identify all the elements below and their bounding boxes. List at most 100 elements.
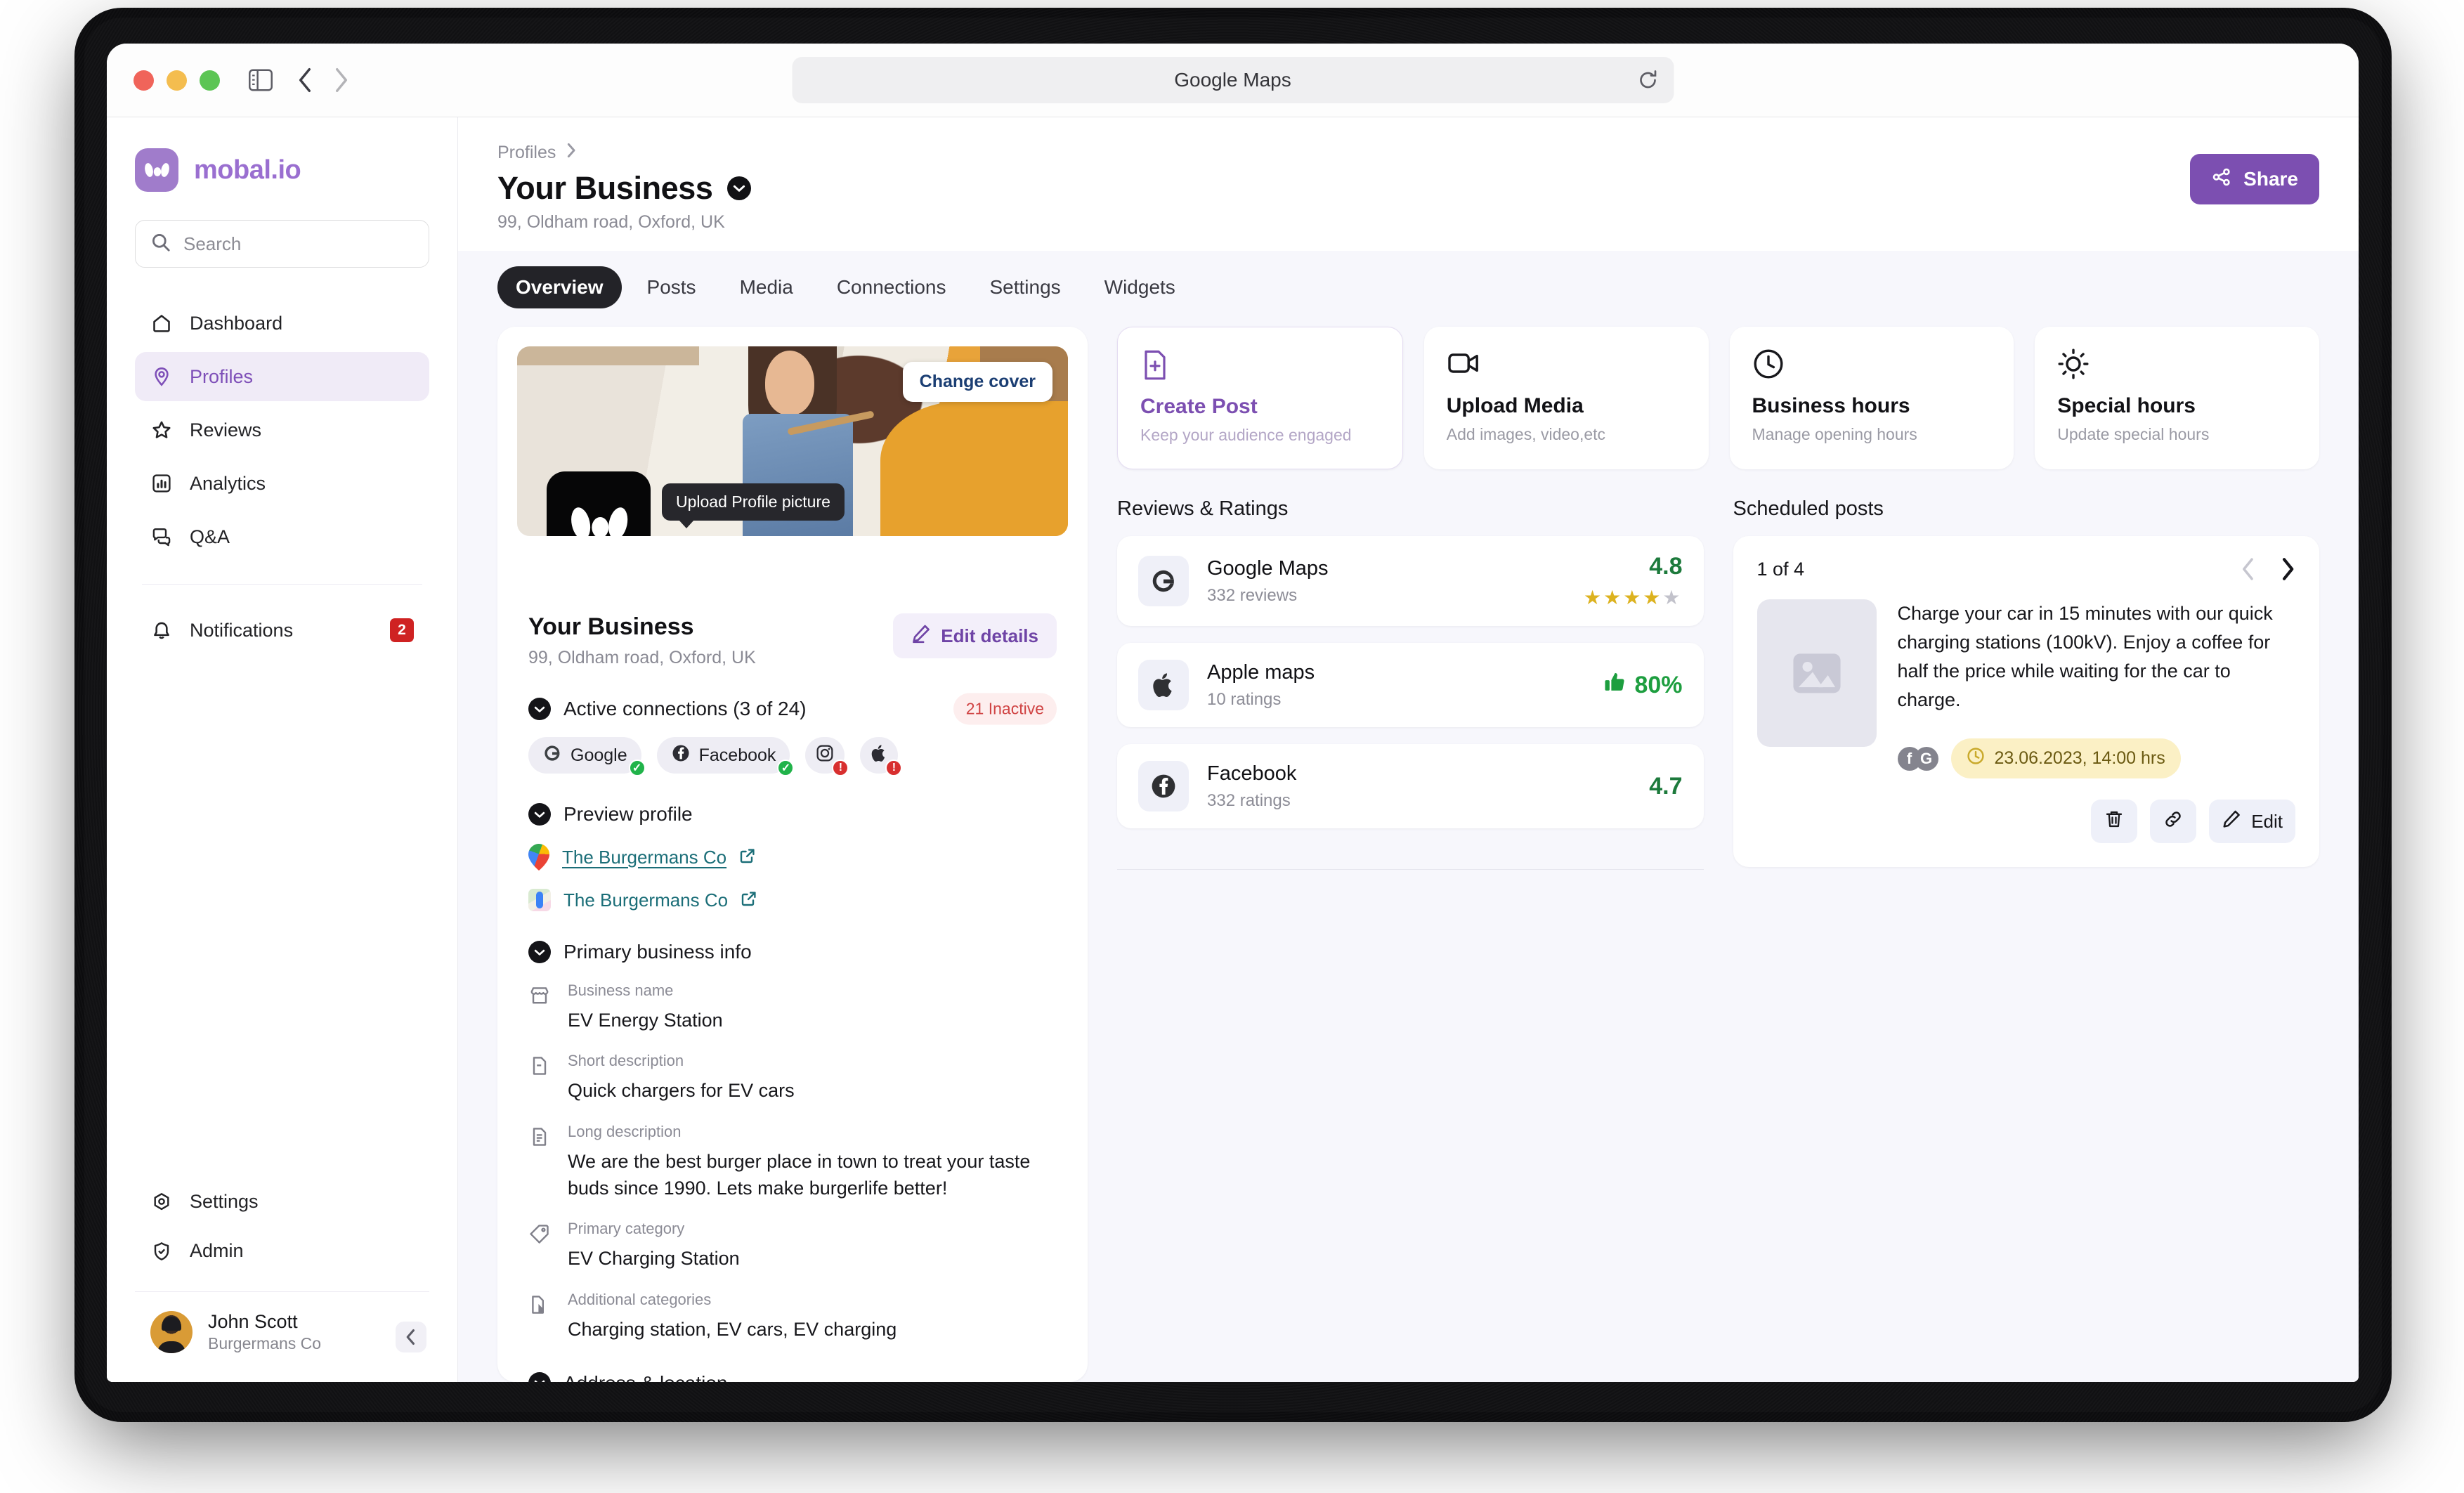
previous-post-button[interactable] (2241, 557, 2256, 581)
sidebar-item-profiles[interactable]: Profiles (135, 352, 429, 401)
scheduled-date-text: 23.06.2023, 14:00 hrs (1994, 748, 2165, 769)
chevron-down-icon (528, 698, 551, 720)
sidebar-item-label: Reviews (190, 419, 262, 441)
next-post-button[interactable] (2280, 557, 2295, 581)
change-cover-button[interactable]: Change cover (902, 362, 1052, 402)
sidebar-divider (142, 584, 422, 585)
sidebar-item-reviews[interactable]: Reviews (135, 405, 429, 455)
field-label: Additional categories (568, 1290, 712, 1308)
review-source-name: Facebook (1207, 762, 1297, 785)
share-button[interactable]: Share (2190, 154, 2319, 204)
quick-action-special-hours[interactable]: Special hours Update special hours (2035, 327, 2319, 469)
address-location-header[interactable]: Address & location (528, 1371, 1057, 1382)
copy-link-button[interactable] (2150, 800, 2197, 844)
field-value: We are the best burger place in town to … (568, 1150, 1031, 1199)
search-icon (151, 233, 171, 256)
connection-chips: Google ✓ Facebook ✓ ! ! (528, 737, 1057, 776)
tab-overview[interactable]: Overview (497, 266, 622, 308)
cover-image: Change cover Upload Profile picture (517, 346, 1068, 536)
edit-details-button[interactable]: Edit details (893, 613, 1057, 658)
google-icon (542, 743, 562, 768)
review-count: 332 ratings (1207, 790, 1291, 810)
review-score-block: 80% (1603, 671, 1683, 700)
scheduled-post-counter: 1 of 4 (1756, 558, 1805, 580)
review-score: 4.8 (1649, 553, 1683, 580)
link-icon (2163, 809, 2183, 834)
active-connections-header[interactable]: Active connections (3 of 24) 21 Inactive (528, 693, 1057, 725)
search-input[interactable] (183, 233, 413, 255)
sidebar-item-analytics[interactable]: Analytics (135, 459, 429, 508)
connection-chip-instagram[interactable]: ! (805, 737, 849, 776)
field-label: Short description (568, 1052, 684, 1070)
pencil-icon (911, 624, 931, 648)
tab-media[interactable]: Media (722, 266, 811, 308)
chevron-down-icon[interactable] (726, 176, 751, 200)
sidebar-nav: Dashboard Profiles Reviews Analytics Q&A… (135, 299, 429, 655)
sidebar-item-label: Admin (190, 1240, 244, 1261)
connection-chip-label: Facebook (698, 745, 776, 765)
review-score: 80% (1634, 671, 1683, 698)
bar-chart-icon (150, 472, 173, 495)
content-area: Change cover Upload Profile picture Your… (458, 322, 2359, 1382)
collapse-sidebar-button[interactable] (396, 1321, 426, 1352)
sidebar-item-settings[interactable]: Settings (135, 1178, 429, 1227)
tab-settings[interactable]: Settings (971, 266, 1078, 308)
chevron-down-icon (528, 1371, 551, 1382)
preview-link-google-maps[interactable]: The Burgermans Co (528, 844, 1057, 871)
minimize-window-button[interactable] (167, 70, 187, 91)
clock-icon (1967, 747, 1985, 770)
brand[interactable]: mobal.io (135, 148, 429, 192)
tab-posts[interactable]: Posts (629, 266, 715, 308)
edit-details-label: Edit details (941, 625, 1038, 646)
close-window-button[interactable] (133, 70, 154, 91)
connection-chip-google[interactable]: Google ✓ (528, 737, 646, 776)
field-value: Charging station, EV cars, EV charging (568, 1318, 897, 1340)
preview-profile-header[interactable]: Preview profile (528, 803, 1057, 826)
sidebar-item-qa[interactable]: Q&A (135, 512, 429, 561)
review-row-google-maps[interactable]: Google Maps 332 reviews 4.8 ★★★★★ (1117, 536, 1704, 626)
breadcrumb-item[interactable]: Profiles (497, 143, 556, 163)
scheduled-post-actions: Edit (1757, 800, 2295, 844)
sidebar-item-admin[interactable]: Admin (135, 1227, 429, 1276)
sidebar-toggle-icon[interactable] (248, 69, 273, 91)
quick-action-business-hours[interactable]: Business hours Manage opening hours (1729, 327, 2014, 469)
review-row-facebook[interactable]: Facebook 332 ratings 4.7 (1117, 744, 1704, 828)
primary-info-header[interactable]: Primary business info (528, 941, 1057, 963)
quick-action-title: Business hours (1752, 394, 1910, 417)
quick-action-subtitle: Manage opening hours (1752, 425, 1917, 443)
sidebar-item-dashboard[interactable]: Dashboard (135, 299, 429, 348)
review-score-block: 4.7 (1649, 773, 1682, 800)
scheduled-posts-panel: Scheduled posts 1 of 4 Charge your car i… (1733, 497, 2319, 1382)
url-text: Google Maps (1174, 69, 1291, 91)
tag-icon (528, 1220, 552, 1272)
tab-connections[interactable]: Connections (819, 266, 965, 308)
address-bar[interactable]: Google Maps (792, 57, 1674, 103)
document-lines-icon (528, 1123, 552, 1202)
field-additional-categories: Additional categories Charging station, … (528, 1291, 1057, 1343)
review-row-apple-maps[interactable]: Apple maps 10 ratings 80% (1117, 643, 1704, 727)
quick-action-upload-media[interactable]: Upload Media Add images, video,etc (1423, 327, 1709, 469)
back-icon[interactable] (297, 67, 313, 93)
edit-post-button[interactable]: Edit (2209, 800, 2295, 844)
scheduled-date-badge: 23.06.2023, 14:00 hrs (1950, 738, 2181, 779)
tab-widgets[interactable]: Widgets (1086, 266, 1194, 308)
sun-icon (2057, 348, 2297, 384)
zoom-window-button[interactable] (200, 70, 220, 91)
forward-icon[interactable] (334, 67, 349, 93)
active-connections-title: Active connections (3 of 24) (563, 698, 807, 719)
reload-icon[interactable] (1637, 70, 1658, 91)
business-name: Your Business (528, 613, 694, 640)
search-box[interactable] (135, 220, 429, 268)
quick-action-create-post[interactable]: Create Post Keep your audience engaged (1117, 327, 1403, 469)
delete-post-button[interactable] (2091, 800, 2138, 844)
sidebar-item-notifications[interactable]: Notifications 2 (135, 606, 429, 655)
breadcrumb[interactable]: Profiles (497, 143, 2319, 163)
field-short-description: Short description Quick chargers for EV … (528, 1052, 1057, 1104)
upload-profile-tooltip: Upload Profile picture (662, 483, 845, 528)
page-header: Profiles Your Business 99, Oldham road, … (458, 117, 2359, 251)
connection-chip-apple[interactable]: ! (860, 737, 903, 776)
connection-chip-facebook[interactable]: Facebook ✓ (656, 737, 795, 776)
preview-link-apple-maps[interactable]: The Burgermans Co (528, 889, 1057, 911)
sidebar-user[interactable]: John Scott Burgermans Co (135, 1292, 429, 1383)
profile-picture[interactable] (547, 471, 651, 536)
